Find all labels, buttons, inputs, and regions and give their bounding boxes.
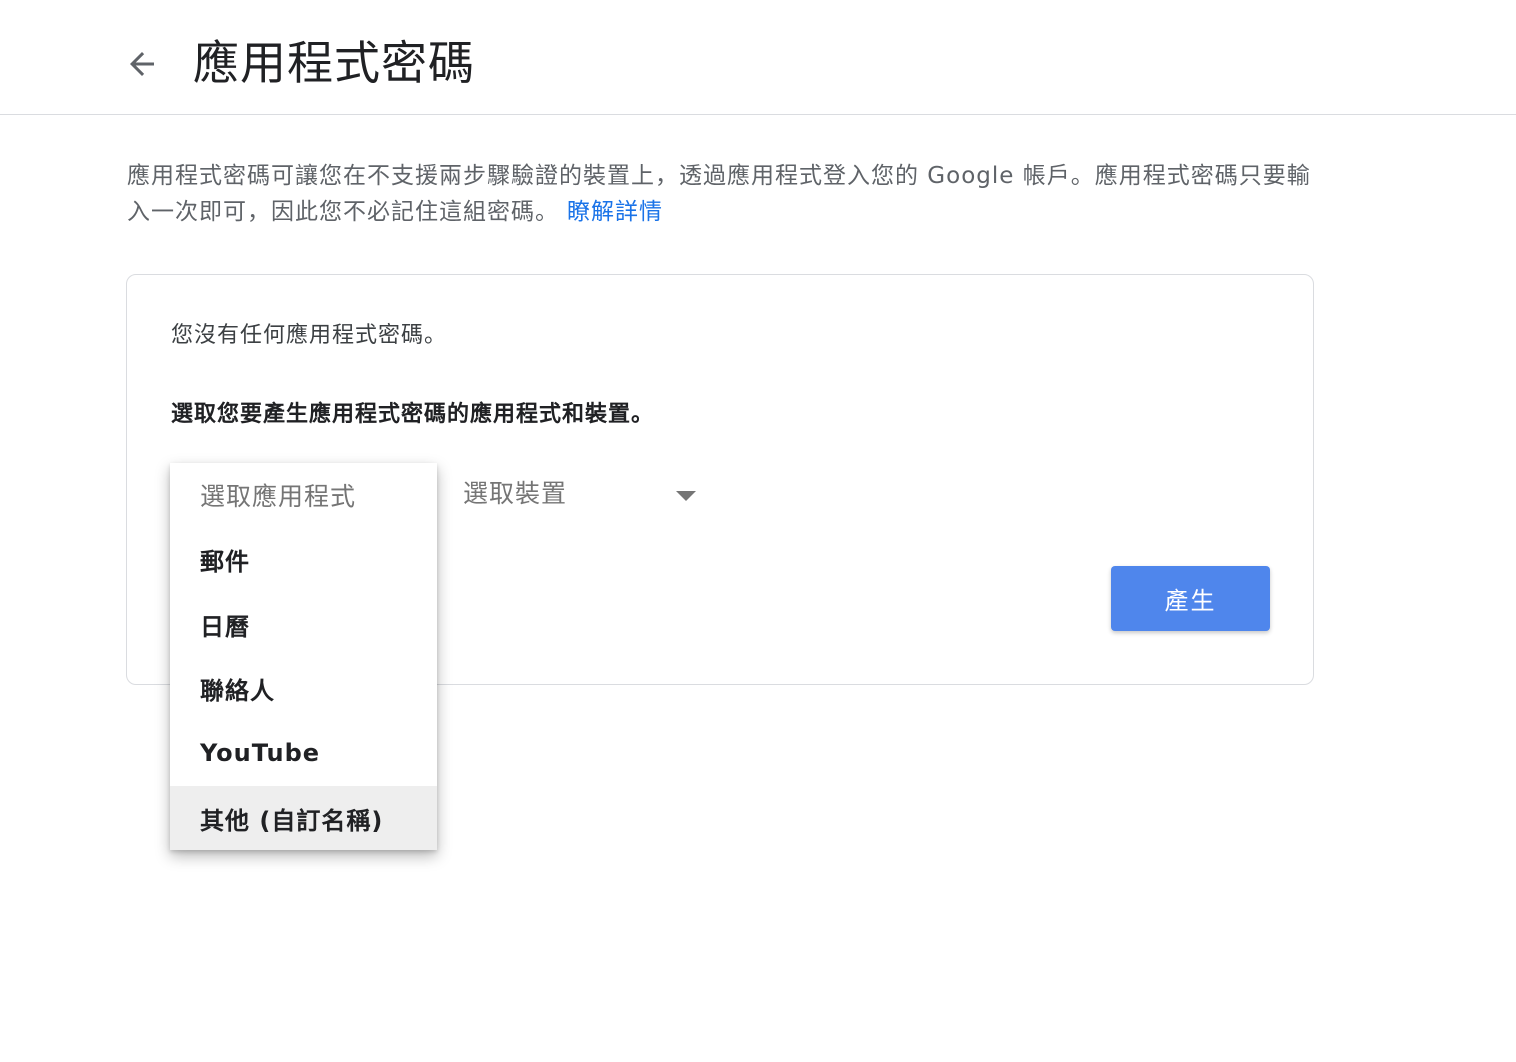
select-prompt: 選取您要產生應用程式密碼的應用程式和裝置。: [171, 402, 655, 427]
app-select-menu: 選取應用程式 郵件 日曆 聯絡人 YouTube 其他 (自訂名稱): [170, 463, 437, 850]
description: 應用程式密碼可讓您在不支援兩步驟驗證的裝置上，透過應用程式登入您的 Google…: [127, 158, 1312, 230]
page-header: 應用程式密碼: [0, 0, 1516, 115]
app-menu-item-youtube[interactable]: YouTube: [170, 721, 437, 785]
app-menu-placeholder[interactable]: 選取應用程式: [170, 463, 437, 527]
empty-state-text: 您沒有任何應用程式密碼。: [171, 323, 448, 348]
device-select[interactable]: 選取裝置: [445, 461, 705, 527]
app-menu-item-contacts[interactable]: 聯絡人: [170, 656, 437, 720]
caret-down-icon: [676, 491, 696, 501]
page-title: 應用程式密碼: [193, 36, 475, 90]
generate-button[interactable]: 產生: [1111, 566, 1270, 631]
learn-more-link[interactable]: 瞭解詳情: [567, 199, 663, 225]
description-text: 應用程式密碼可讓您在不支援兩步驟驗證的裝置上，透過應用程式登入您的 Google…: [127, 163, 1311, 225]
arrow-back-icon: [130, 52, 154, 76]
app-menu-item-calendar[interactable]: 日曆: [170, 592, 437, 656]
app-menu-item-other[interactable]: 其他 (自訂名稱): [170, 786, 437, 850]
device-select-label: 選取裝置: [463, 479, 568, 508]
back-button[interactable]: [116, 38, 168, 90]
app-menu-item-mail[interactable]: 郵件: [170, 527, 437, 591]
